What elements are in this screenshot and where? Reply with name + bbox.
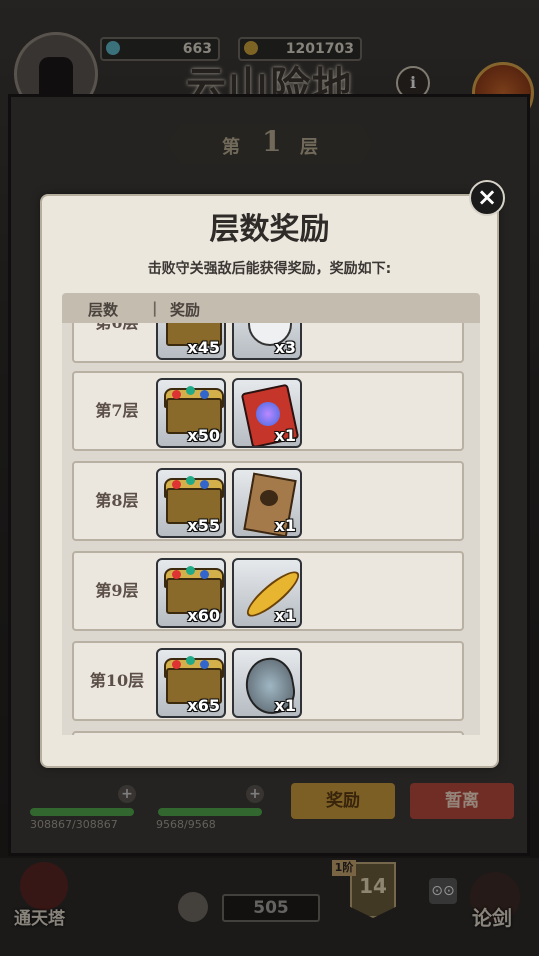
item-qty: x60 — [187, 606, 220, 625]
item-qty: x3 — [274, 338, 296, 357]
reward-row: 第7层 x50 x1 — [72, 371, 464, 451]
reward-row: 第10层 x65 x1 — [72, 641, 464, 721]
treasure-chest-icon[interactable]: x60 — [156, 558, 226, 628]
item-qty: x1 — [274, 696, 296, 715]
row-floor-label: 第10层 — [89, 671, 145, 690]
grey-stone-icon[interactable]: x1 — [232, 648, 302, 718]
item-qty: x50 — [187, 426, 220, 445]
reward-row: 第8层 x55 x1 — [72, 461, 464, 541]
col-floor: 层数 — [88, 301, 119, 319]
close-button[interactable]: × — [469, 180, 505, 216]
row-floor-label: 第6层 — [74, 323, 160, 361]
reward-list[interactable]: 第6层 x45 x3 第7层 x50 x1 第8层 x55 — [62, 323, 480, 735]
treasure-chest-icon[interactable]: x65 — [156, 648, 226, 718]
col-reward: 奖励 — [170, 301, 201, 319]
treasure-chest-icon[interactable]: x50 — [156, 378, 226, 448]
item-qty: x45 — [187, 338, 220, 357]
row-floor-label: 第9层 — [95, 581, 139, 600]
item-qty: x65 — [187, 696, 220, 715]
golden-feather-icon[interactable]: x1 — [232, 558, 302, 628]
beast-card-icon[interactable]: x1 — [232, 468, 302, 538]
item-qty: x55 — [187, 516, 220, 535]
reward-row — [72, 731, 464, 735]
reward-row: 第9层 x60 x1 — [72, 551, 464, 631]
red-scroll-gem-icon[interactable]: x1 — [232, 378, 302, 448]
silver-item-icon[interactable]: x3 — [232, 323, 302, 360]
modal-subtitle: 击败守关强敌后能获得奖励，奖励如下: — [147, 261, 392, 277]
row-floor-label: 第7层 — [95, 401, 139, 420]
item-qty: x1 — [274, 516, 296, 535]
modal-title: 层数奖励 — [209, 212, 330, 247]
item-qty: x1 — [274, 606, 296, 625]
row-floor-label: 第8层 — [95, 491, 139, 510]
treasure-chest-icon[interactable]: x55 — [156, 468, 226, 538]
treasure-chest-icon[interactable]: x45 — [156, 323, 226, 360]
col-separator: | — [152, 299, 158, 317]
reward-table-header: 层数 | 奖励 — [62, 293, 480, 323]
reward-row: 第6层 x45 x3 — [72, 323, 464, 363]
item-qty: x1 — [274, 426, 296, 445]
